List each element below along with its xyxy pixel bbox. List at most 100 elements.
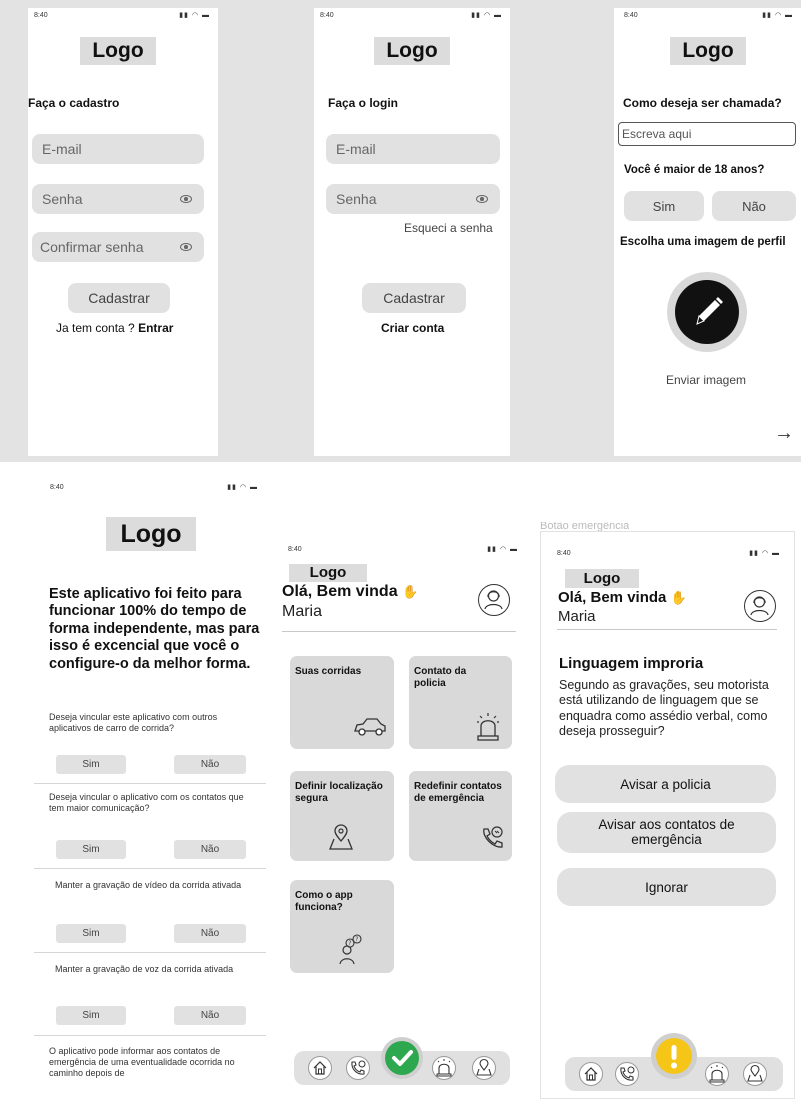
bottom-nav — [565, 1033, 783, 1091]
alert-title: Linguagem improria — [559, 655, 704, 672]
user-name: Maria — [558, 608, 596, 625]
header-divider — [282, 631, 516, 632]
siren-icon[interactable] — [432, 1056, 456, 1080]
logo: Logo — [670, 37, 746, 65]
status-time: 8:40 — [288, 546, 302, 553]
eye-icon[interactable] — [180, 195, 192, 203]
confirm-password-placeholder: Confirmar senha — [40, 239, 144, 255]
map-pin-icon[interactable] — [472, 1056, 496, 1080]
home-icon[interactable] — [308, 1056, 332, 1080]
svg-text:?: ? — [355, 936, 358, 943]
svg-text:?: ? — [348, 940, 351, 947]
have-account-row: Ja tem conta ? Entrar — [56, 321, 173, 335]
home-icon[interactable] — [579, 1062, 603, 1086]
check-circle-icon[interactable] — [381, 1037, 423, 1079]
notify-police-button[interactable]: Avisar a policia — [555, 765, 776, 803]
forgot-password-link[interactable]: Esqueci a senha — [404, 221, 493, 235]
status-icons: ▮▮ ◠ ▬ — [471, 12, 502, 19]
profile-avatar-icon[interactable] — [744, 590, 776, 622]
car-icon — [352, 716, 388, 738]
intro-text: Este aplicativo foi feito para funcionar… — [49, 586, 260, 672]
next-arrow-icon[interactable]: → — [774, 422, 794, 445]
card-emergency-contacts[interactable]: Redefinir contatos de emergência — [409, 771, 512, 861]
card-how-it-works[interactable]: Como o app funciona? ?? — [290, 880, 394, 973]
avatar-upload[interactable] — [667, 272, 747, 352]
card-police[interactable]: Contato da policia — [409, 656, 512, 749]
divider — [34, 783, 266, 784]
question-no-button[interactable]: Não — [174, 755, 246, 774]
password-field[interactable]: Senha — [326, 184, 500, 214]
alert-message: Segundo as gravações, seu motorista está… — [559, 678, 769, 738]
create-account-link[interactable]: Criar conta — [381, 321, 444, 335]
age-no-button[interactable]: Não — [712, 191, 796, 221]
profile-avatar-icon[interactable] — [478, 584, 510, 616]
login-link[interactable]: Entrar — [138, 321, 173, 335]
siren-icon[interactable] — [705, 1062, 729, 1086]
profile-setup-screen: 8:40 ▮▮ ◠ ▬ Logo Como deseja ser chamada… — [614, 8, 801, 456]
question-yes-button[interactable]: Sim — [56, 840, 126, 859]
password-field[interactable]: Senha — [32, 184, 204, 214]
question-yes-button[interactable]: Sim — [56, 1006, 126, 1025]
status-icons: ▮▮ ◠ ▬ — [179, 12, 210, 19]
age-question: Você é maior de 18 anos? — [624, 164, 765, 176]
question-person-icon: ?? — [336, 934, 364, 966]
phone-call-icon — [479, 825, 505, 851]
card-label: Definir localização segura — [295, 781, 383, 804]
email-field[interactable]: E-mail — [326, 134, 500, 164]
eye-icon[interactable] — [476, 195, 488, 203]
phone-call-icon[interactable] — [615, 1062, 639, 1086]
question-yes-button[interactable]: Sim — [56, 924, 126, 943]
upload-label[interactable]: Enviar imagem — [666, 373, 746, 387]
divider — [34, 952, 266, 953]
card-label: Como o app funciona? — [295, 890, 353, 913]
divider — [34, 868, 266, 869]
card-safe-location[interactable]: Definir localização segura — [290, 771, 394, 861]
question-text: Deseja vincular este aplicativo com outr… — [49, 712, 218, 733]
card-label: Redefinir contatos de emergência — [414, 781, 502, 804]
divider — [34, 1035, 266, 1036]
login-submit-button[interactable]: Cadastrar — [362, 283, 466, 313]
question-text: Manter a gravação de vídeo da corrida at… — [55, 880, 242, 890]
signup-screen: 8:40 ▮▮ ◠ ▬ Logo Faça o cadastro E-mail … — [28, 8, 218, 456]
logo: Logo — [565, 569, 639, 588]
password-placeholder: Senha — [42, 191, 83, 207]
confirm-password-field[interactable]: Confirmar senha — [32, 232, 204, 262]
signup-button[interactable]: Cadastrar — [68, 283, 170, 313]
notify-contacts-button[interactable]: Avisar aos contatos de emergência — [557, 812, 776, 853]
age-yes-button[interactable]: Sim — [624, 191, 704, 221]
card-label: Contato da policia — [414, 666, 467, 689]
card-rides[interactable]: Suas corridas — [290, 656, 394, 749]
status-time: 8:40 — [624, 12, 638, 19]
status-time: 8:40 — [34, 12, 48, 19]
map-pin-icon[interactable] — [743, 1062, 767, 1086]
warning-circle-icon[interactable] — [651, 1033, 697, 1079]
logo: Logo — [374, 37, 450, 65]
phone-call-icon[interactable] — [346, 1056, 370, 1080]
map-pin-icon — [328, 823, 354, 851]
home-screen: 8:40 ▮▮ ◠ ▬ Logo Olá, Bem vinda ✋ Maria … — [282, 534, 526, 1094]
waving-hand-icon: ✋ — [670, 590, 687, 605]
pencil-icon — [675, 280, 739, 344]
ignore-button[interactable]: Ignorar — [557, 868, 776, 906]
email-field[interactable]: E-mail — [32, 134, 204, 164]
card-label: Suas corridas — [295, 666, 362, 677]
status-time: 8:40 — [50, 484, 64, 491]
eye-icon[interactable] — [180, 243, 192, 251]
status-icons: ▮▮ ◠ ▬ — [227, 484, 258, 491]
status-icons: ▮▮ ◠ ▬ — [749, 550, 780, 557]
question-no-button[interactable]: Não — [174, 840, 246, 859]
question-no-button[interactable]: Não — [174, 1006, 246, 1025]
logo: Logo — [80, 37, 156, 65]
greeting: Olá, Bem vinda ✋ — [282, 583, 418, 601]
login-screen: 8:40 ▮▮ ◠ ▬ Logo Faça o login E-mail Sen… — [314, 8, 510, 456]
logo: Logo — [289, 564, 367, 582]
name-input[interactable]: Escreva aqui — [618, 122, 796, 146]
question-no-button[interactable]: Não — [174, 924, 246, 943]
status-time: 8:40 — [557, 550, 571, 557]
user-name: Maria — [282, 603, 323, 620]
status-icons: ▮▮ ◠ ▬ — [487, 546, 518, 553]
password-placeholder: Senha — [336, 191, 377, 207]
page-title: Faça o cadastro — [28, 96, 120, 110]
greeting-text: Olá, Bem vinda — [282, 583, 398, 600]
question-yes-button[interactable]: Sim — [56, 755, 126, 774]
